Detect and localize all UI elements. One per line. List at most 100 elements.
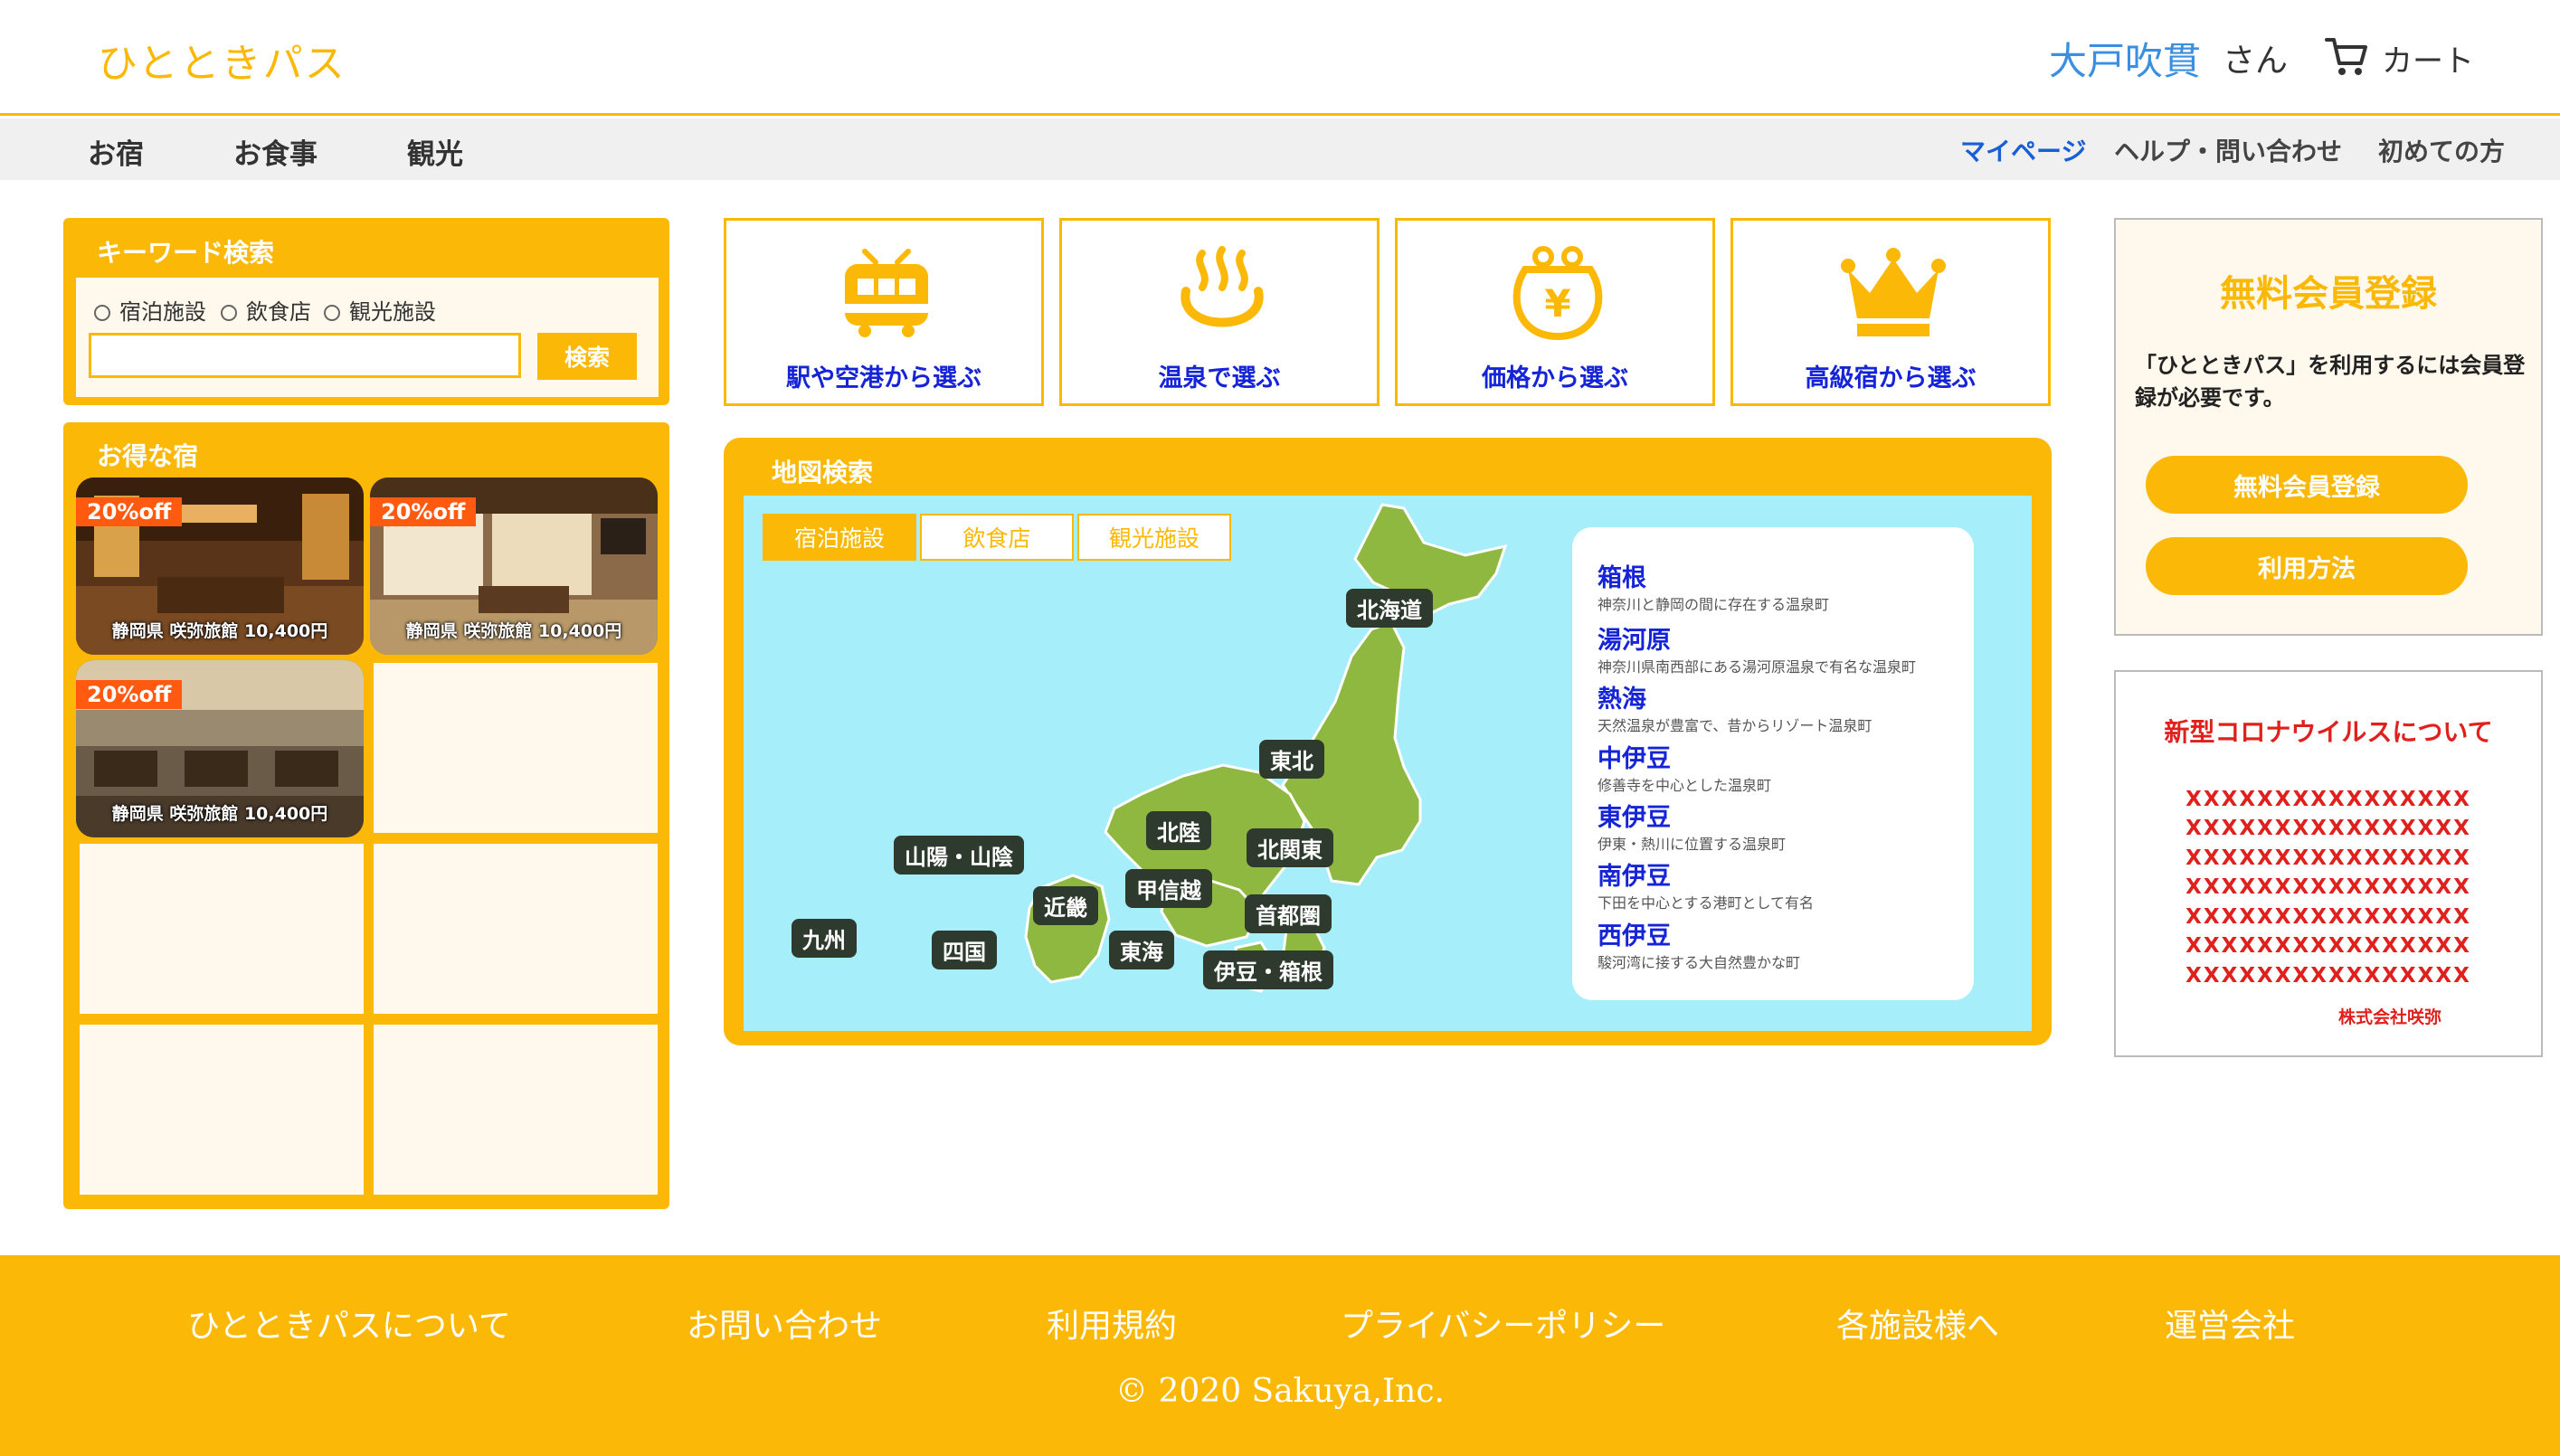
copyright: © 2020 Sakuya,Inc. bbox=[1115, 1373, 1445, 1410]
footer-link-facilities[interactable]: 各施設様へ bbox=[1836, 1300, 1999, 1347]
cart-link[interactable]: カート bbox=[2382, 36, 2474, 80]
onsen-link-yugawara[interactable]: 湯河原 bbox=[1598, 620, 1671, 656]
onsen-desc: 修善寺を中心とした温泉町 bbox=[1598, 777, 1772, 794]
notice-title[interactable]: 新型コロナウイルスについて bbox=[2114, 713, 2543, 749]
deal-placeholder bbox=[80, 1025, 364, 1195]
radio-lodging[interactable]: 宿泊施設 bbox=[94, 294, 206, 326]
category-luxury[interactable]: 高級宿から選ぶ bbox=[1730, 218, 2051, 406]
footer-link-privacy[interactable]: プライバシーポリシー bbox=[1341, 1300, 1665, 1347]
category-station-airport[interactable]: 駅や空港から選ぶ bbox=[724, 218, 1044, 406]
site-footer bbox=[0, 1255, 2560, 1456]
nav-item-first-time[interactable]: 初めての方 bbox=[2378, 132, 2505, 168]
deal-placeholder bbox=[374, 663, 658, 833]
hotel-caption: 静岡県 咲弥旅館 10,400円 bbox=[405, 621, 622, 641]
nav-item-dining[interactable]: お食事 bbox=[233, 131, 318, 172]
notice-line: XXXXXXXXXXXXXXXX bbox=[2185, 964, 2471, 988]
onsen-desc: 天然温泉が豊富で、昔からリゾート温泉町 bbox=[1598, 717, 1873, 734]
deal-placeholder bbox=[374, 1025, 658, 1195]
radio-restaurant[interactable]: 飲食店 bbox=[221, 294, 311, 326]
site-logo[interactable]: ひとときパス bbox=[98, 31, 346, 89]
onsen-link-hakone[interactable]: 箱根 bbox=[1598, 558, 1646, 593]
nav-item-mypage[interactable]: マイページ bbox=[1960, 132, 2086, 168]
footer-link-contact[interactable]: お問い合わせ bbox=[687, 1300, 882, 1347]
register-button[interactable]: 無料会員登録 bbox=[2146, 456, 2468, 514]
onsen-desc: 神奈川県南西部にある湯河原温泉で有名な温泉町 bbox=[1598, 658, 1917, 676]
footer-link-about[interactable]: ひとときパスについて bbox=[187, 1300, 511, 1347]
radio-label: 宿泊施設 bbox=[119, 299, 206, 325]
notice-line: XXXXXXXXXXXXXXXX bbox=[2185, 788, 2471, 811]
radio-circle-icon bbox=[94, 305, 110, 321]
keyword-input[interactable] bbox=[89, 333, 521, 378]
nav-item-help[interactable]: ヘルプ・問い合わせ bbox=[2114, 132, 2342, 168]
cart-icon[interactable] bbox=[2323, 33, 2370, 80]
region-koshinetsu[interactable]: 甲信越 bbox=[1125, 869, 1212, 908]
discount-badge: 20%off bbox=[370, 497, 477, 526]
discount-badge: 20%off bbox=[76, 497, 183, 526]
radio-label: 観光施設 bbox=[349, 299, 436, 325]
radio-attraction[interactable]: 観光施設 bbox=[324, 294, 436, 326]
crown-icon bbox=[1841, 248, 1946, 336]
onsen-desc: 下田を中心とする港町として有名 bbox=[1598, 894, 1815, 912]
footer-link-company[interactable]: 運営会社 bbox=[2165, 1300, 2295, 1347]
deal-card[interactable]: 20%off 静岡県 咲弥旅館 10,400円 bbox=[76, 660, 364, 837]
onsen-link-minami-izu[interactable]: 南伊豆 bbox=[1598, 856, 1671, 892]
registration-title: 無料会員登録 bbox=[2220, 273, 2437, 315]
map-tab-attraction[interactable]: 観光施設 bbox=[1077, 514, 1231, 561]
region-izu-hakone[interactable]: 伊豆・箱根 bbox=[1203, 950, 1333, 989]
map-tab-restaurant[interactable]: 飲食店 bbox=[920, 514, 1074, 561]
radio-label: 飲食店 bbox=[246, 299, 311, 325]
deal-placeholder bbox=[374, 844, 658, 1014]
deals-title: お得な宿 bbox=[97, 441, 199, 471]
radio-circle-icon bbox=[324, 305, 340, 321]
onsen-link-atami[interactable]: 熱海 bbox=[1598, 679, 1646, 714]
hotel-caption: 静岡県 咲弥旅館 10,400円 bbox=[111, 621, 328, 641]
notice-line: XXXXXXXXXXXXXXXX bbox=[2185, 817, 2471, 840]
onsen-link-nishi-izu[interactable]: 西伊豆 bbox=[1598, 916, 1671, 951]
region-hokkaido[interactable]: 北海道 bbox=[1346, 589, 1433, 628]
notice-line: XXXXXXXXXXXXXXXX bbox=[2185, 846, 2471, 870]
registration-text: 「ひとときパス」を利用するには会員登録が必要です。 bbox=[2135, 353, 2526, 411]
nav-item-stay[interactable]: お宿 bbox=[88, 131, 144, 172]
deal-card[interactable]: 20%off 静岡県 咲弥旅館 10,400円 bbox=[76, 477, 364, 655]
svg-text:¥: ¥ bbox=[1544, 281, 1570, 326]
onsen-link-naka-izu[interactable]: 中伊豆 bbox=[1598, 739, 1671, 774]
category-label: 温泉で選ぶ bbox=[1158, 364, 1281, 392]
onsen-desc: 駿河湾に接する大自然豊かな町 bbox=[1598, 954, 1801, 971]
map-tab-lodging[interactable]: 宿泊施設 bbox=[763, 514, 916, 561]
region-shikoku[interactable]: 四国 bbox=[932, 931, 997, 969]
footer-link-terms[interactable]: 利用規約 bbox=[1047, 1300, 1177, 1347]
radio-circle-icon bbox=[221, 305, 237, 321]
notice-company: 株式会社咲弥 bbox=[2338, 1007, 2442, 1027]
category-label: 駅や空港から選ぶ bbox=[786, 364, 981, 392]
region-tohoku[interactable]: 東北 bbox=[1259, 740, 1324, 779]
category-label: 高級宿から選ぶ bbox=[1805, 364, 1977, 392]
region-kitakanto[interactable]: 北関東 bbox=[1247, 828, 1333, 867]
train-icon bbox=[841, 249, 932, 337]
onsen-link-higashi-izu[interactable]: 東伊豆 bbox=[1598, 798, 1671, 833]
user-honorific: さん bbox=[2223, 43, 2289, 80]
deal-placeholder bbox=[80, 844, 364, 1014]
hot-spring-icon bbox=[1180, 246, 1264, 327]
keyword-search-title: キーワード検索 bbox=[97, 238, 275, 268]
region-kyushu[interactable]: 九州 bbox=[792, 919, 857, 958]
onsen-desc: 神奈川と静岡の間に存在する温泉町 bbox=[1598, 596, 1830, 613]
user-name[interactable]: 大戸吹貫 bbox=[2049, 31, 2201, 86]
region-tokai[interactable]: 東海 bbox=[1109, 931, 1174, 969]
region-sanyo-sanin[interactable]: 山陽・山陰 bbox=[894, 836, 1024, 875]
category-price[interactable]: ¥ 価格から選ぶ bbox=[1395, 218, 1715, 406]
deal-card[interactable]: 20%off 静岡県 咲弥旅館 10,400円 bbox=[370, 477, 658, 655]
onsen-desc: 伊東・熱川に位置する温泉町 bbox=[1598, 836, 1787, 853]
notice-line: XXXXXXXXXXXXXXXX bbox=[2185, 934, 2471, 958]
search-button[interactable]: 検索 bbox=[537, 333, 637, 380]
yen-purse-icon: ¥ bbox=[1512, 246, 1603, 341]
region-kinki[interactable]: 近畿 bbox=[1033, 886, 1098, 925]
hotel-caption: 静岡県 咲弥旅館 10,400円 bbox=[111, 804, 328, 824]
discount-badge: 20%off bbox=[76, 680, 183, 709]
region-shutoken[interactable]: 首都圏 bbox=[1245, 894, 1332, 933]
nav-item-sightseeing[interactable]: 観光 bbox=[407, 131, 463, 172]
category-hot-spring[interactable]: 温泉で選ぶ bbox=[1059, 218, 1380, 406]
notice-line: XXXXXXXXXXXXXXXX bbox=[2185, 875, 2471, 899]
region-hokuriku[interactable]: 北陸 bbox=[1146, 811, 1211, 850]
category-label: 価格から選ぶ bbox=[1482, 364, 1628, 392]
how-to-use-button[interactable]: 利用方法 bbox=[2146, 537, 2468, 595]
